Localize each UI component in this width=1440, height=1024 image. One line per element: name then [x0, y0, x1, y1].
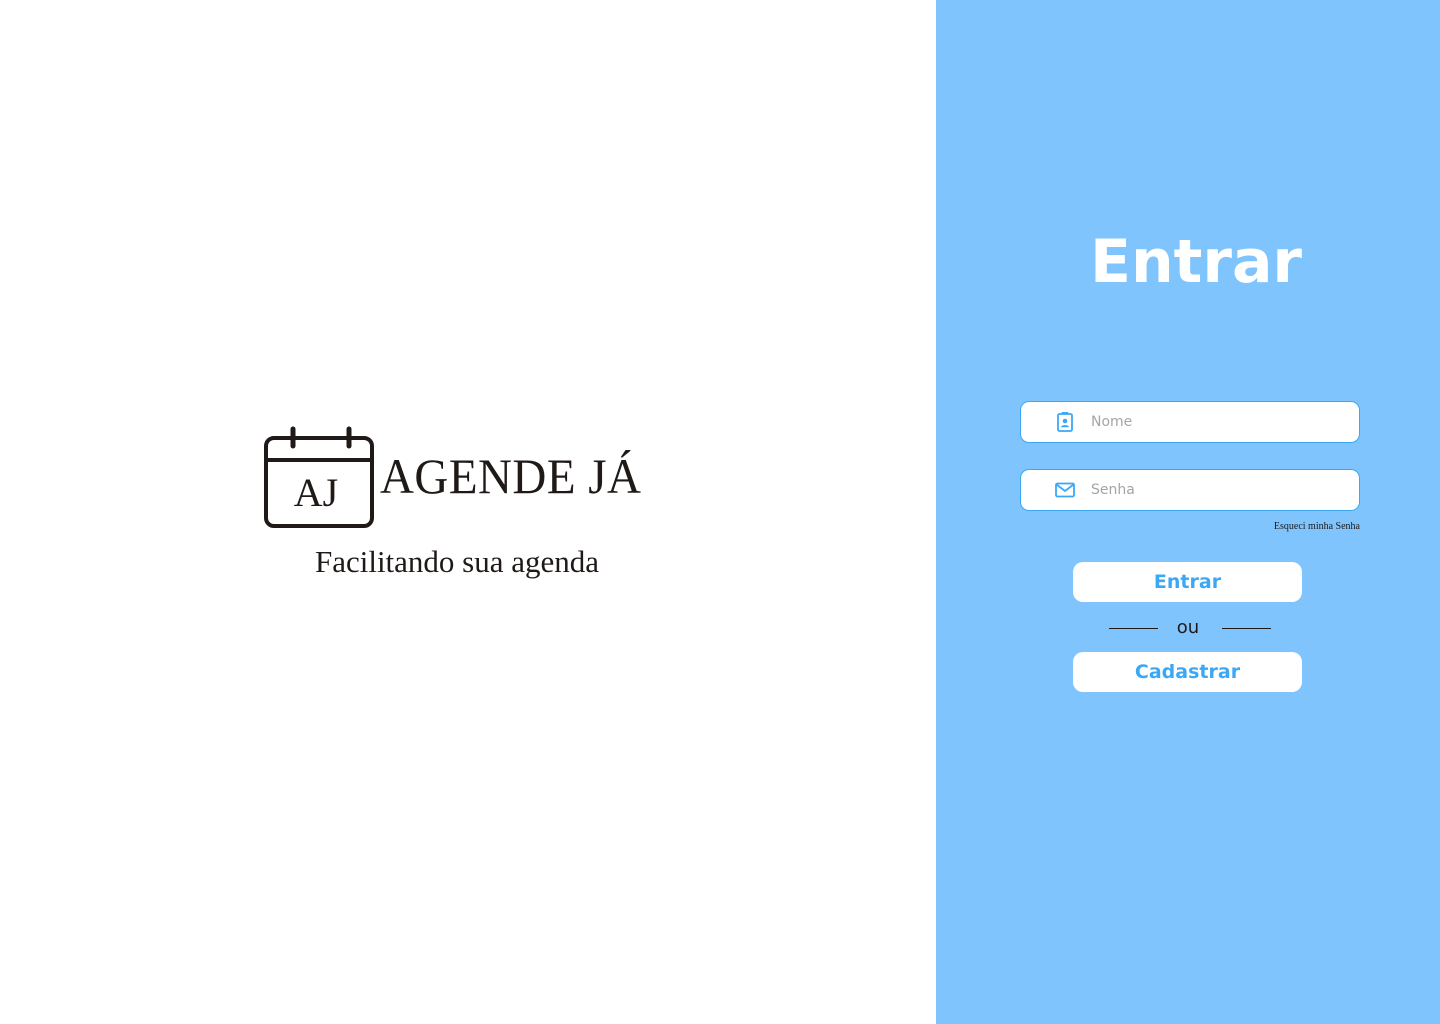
contact-badge-icon [1057, 412, 1073, 432]
brand-name: AGENDE JÁ [380, 448, 642, 504]
brand-tagline: Facilitando sua agenda [314, 544, 600, 579]
name-input[interactable] [1091, 402, 1346, 442]
password-input[interactable] [1091, 470, 1346, 510]
brand-panel: AJ AGENDE JÁ Facilitando sua agenda [0, 0, 936, 1024]
mail-icon [1055, 482, 1075, 498]
page-title: Entrar [1089, 227, 1303, 297]
login-panel: Entrar Esqueci minha Senha Entrar ou Cad… [936, 0, 1440, 1024]
forgot-password-link[interactable]: Esqueci minha Senha [1186, 520, 1360, 534]
logo-letters: AJ [294, 470, 338, 515]
divider-line-right [1222, 628, 1271, 629]
login-button[interactable]: Entrar [1073, 562, 1302, 602]
calendar-logo-icon: AJ [264, 426, 374, 528]
password-field[interactable] [1020, 469, 1360, 511]
divider-line-left [1109, 628, 1158, 629]
name-field[interactable] [1020, 401, 1360, 443]
divider-text: ou [1176, 617, 1200, 638]
register-button[interactable]: Cadastrar [1073, 652, 1302, 692]
